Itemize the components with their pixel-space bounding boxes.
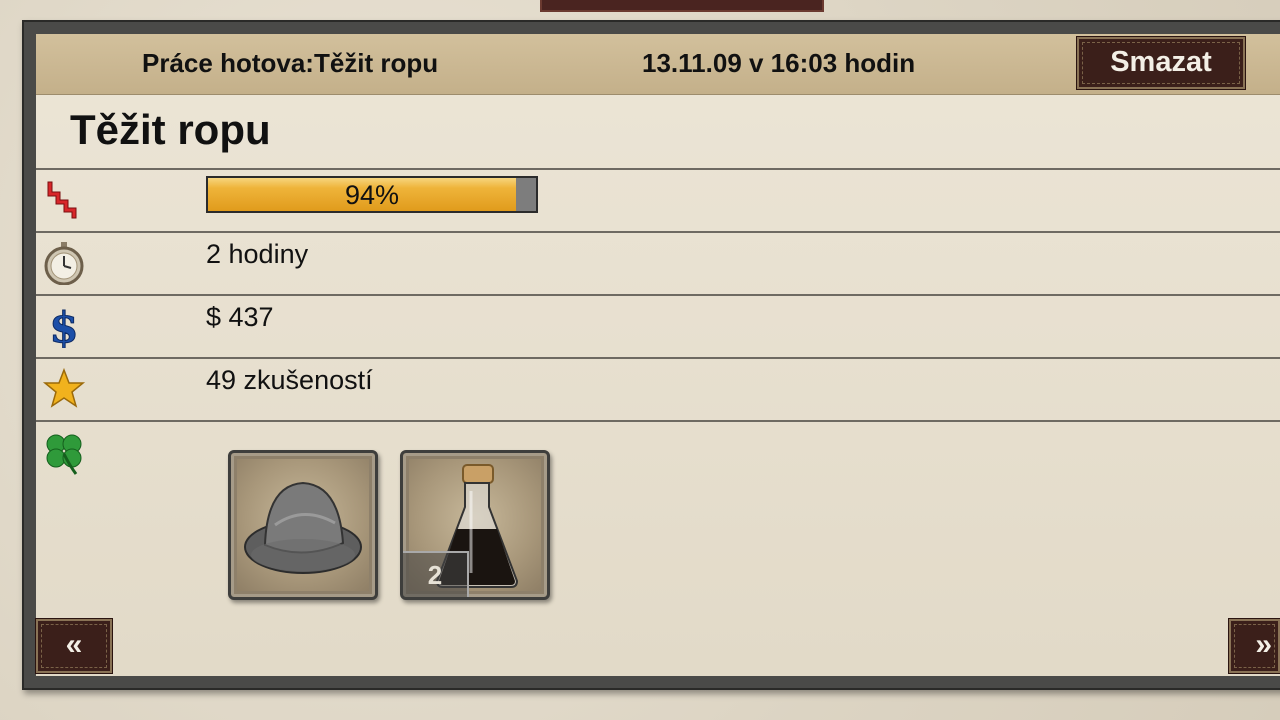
report-header: Práce hotova:Těžit ropu 13.11.09 v 16:03… bbox=[36, 34, 1280, 95]
prev-page-button[interactable]: « bbox=[35, 618, 113, 674]
clover-icon bbox=[40, 428, 88, 476]
svg-text:$: $ bbox=[49, 304, 78, 348]
report-panel: Práce hotova:Těžit ropu 13.11.09 v 16:03… bbox=[36, 34, 1280, 676]
money-value: $ 437 bbox=[206, 302, 274, 332]
motivation-progress-bar: 94% bbox=[206, 176, 538, 213]
stat-row-experience: 49 zkušeností bbox=[36, 357, 1280, 420]
experience-value: 49 zkušeností bbox=[206, 365, 373, 395]
report-date: 13.11.09 v 16:03 hodin bbox=[642, 48, 916, 78]
stat-row-duration: 2 hodiny bbox=[36, 231, 1280, 294]
reward-item-hat[interactable] bbox=[228, 450, 378, 600]
report-window: Práce hotova:Těžit ropu 13.11.09 v 16:03… bbox=[22, 20, 1280, 690]
progress-label: 94% bbox=[344, 180, 400, 210]
gray-hat-icon bbox=[244, 481, 362, 574]
stopwatch-icon bbox=[42, 241, 86, 286]
star-icon bbox=[42, 367, 86, 411]
motivation-lightning-icon bbox=[42, 178, 86, 222]
stat-row-money: $ $ 437 bbox=[36, 294, 1280, 357]
stat-row-luck: 2 bbox=[36, 420, 1280, 632]
reward-item-oil[interactable]: 2 bbox=[400, 450, 550, 600]
report-title: Práce hotova:Těžit ropu bbox=[142, 48, 439, 78]
stat-row-motivation: 94% bbox=[36, 168, 1280, 231]
next-page-button[interactable]: » bbox=[1228, 618, 1280, 674]
stats-list: 94% 2 hodiny $ $ 437 49 zkušeností 2 bbox=[36, 168, 1280, 632]
top-tab-decoration bbox=[540, 0, 824, 12]
dollar-icon: $ bbox=[42, 303, 86, 353]
item-count-badge: 2 bbox=[403, 551, 469, 597]
job-title: Těžit ropu bbox=[70, 106, 271, 153]
delete-button[interactable]: Smazat bbox=[1076, 36, 1246, 90]
duration-value: 2 hodiny bbox=[206, 239, 309, 269]
